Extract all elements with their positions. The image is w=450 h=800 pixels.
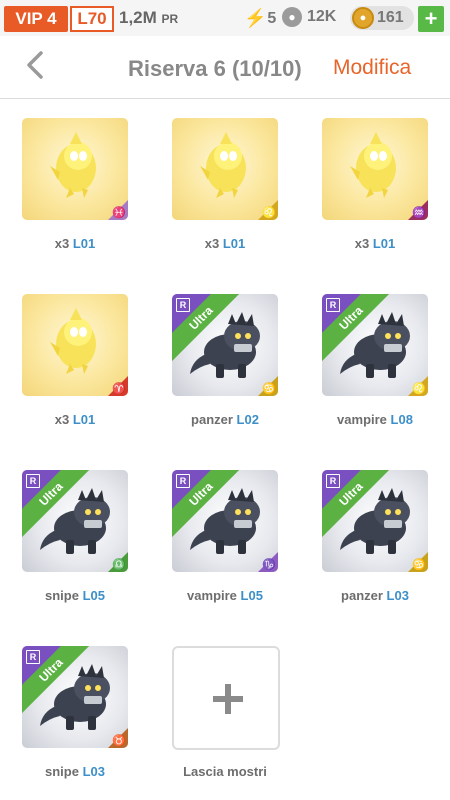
page-title: Riserva 6 (10/10) [128,56,302,81]
vip-badge[interactable]: VIP 4 [4,6,68,32]
zodiac-sign-icon: ♒ [408,200,428,220]
monster-card[interactable]: Ultra R ♉ [22,646,128,748]
zodiac-sign-icon: ♋ [408,552,428,572]
monster-level: L01 [72,412,96,427]
zodiac-sign-icon: ♌ [258,200,278,220]
monster-caption: vampire L05 [172,588,278,603]
monster-level: L05 [240,588,263,603]
monster-name: vampire [187,588,241,603]
monster-slot[interactable]: ♈ x3 L01 [22,294,130,427]
energy-value: 5 [267,9,277,27]
rarity-tag: R [26,474,40,488]
monster-card[interactable]: Ultra R ♋ [172,294,278,396]
monster-caption: x3 L01 [322,236,428,251]
monster-card[interactable]: ♒ [322,118,428,220]
rarity-tag: R [26,650,40,664]
monster-caption: vampire L08 [322,412,428,427]
plus-icon [213,684,243,714]
edit-button[interactable]: Modifica [333,56,411,80]
monster-slot[interactable]: ♓ x3 L01 [22,118,130,251]
monster-name: vampire [337,412,391,427]
status-bar: VIP 4 L70 1,2M PR ⚡ 5 ● 12K ● 161 + [0,0,450,36]
monster-caption: x3 L01 [172,236,278,251]
page-header: Riserva 6 (10/10) Modifica [0,36,450,99]
monster-caption: snipe L05 [22,588,128,603]
monster-card[interactable]: Ultra R ♑ [172,470,278,572]
monster-caption: x3 L01 [22,412,128,427]
monster-card[interactable]: ♌ [172,118,278,220]
monster-level: L01 [372,236,396,251]
zodiac-sign-icon: ♑ [258,552,278,572]
monster-name: x3 [204,236,223,251]
monster-level: L08 [390,412,413,427]
monster-name: x3 [54,236,73,251]
bolt-icon: ⚡ [244,8,267,28]
monster-slot[interactable]: Ultra R ♋ panzer L03 [322,470,430,603]
monster-caption: snipe L03 [22,764,128,779]
monster-card[interactable]: ♓ [22,118,128,220]
coins-value: 161 [377,9,404,26]
monster-caption: panzer L03 [322,588,428,603]
add-coins-button[interactable]: + [418,6,444,32]
rarity-tag: R [176,298,190,312]
monster-name: snipe [45,588,83,603]
zodiac-sign-icon: ♉ [108,728,128,748]
zodiac-sign-icon: ♓ [108,200,128,220]
rarity-tag: R [176,474,190,488]
add-monster-slot[interactable]: Lascia mostri [172,646,280,779]
monster-slot[interactable]: ♌ x3 L01 [172,118,280,251]
add-monster-label: Lascia mostri [183,764,267,779]
monster-slot[interactable]: Ultra R ♌ vampire L08 [322,294,430,427]
monster-name: x3 [54,412,73,427]
zodiac-sign-icon: ♋ [258,376,278,396]
add-monster-button[interactable] [172,646,280,750]
monster-slot[interactable]: Ultra R ♑ vampire L05 [172,470,280,603]
pr-value: 1,2M [119,8,157,27]
energy-counter: ⚡ 5 [244,8,276,29]
back-chevron-icon[interactable] [24,50,46,80]
paw-icon: ● [282,7,302,27]
monster-level: L03 [82,764,105,779]
coin-icon: ● [352,7,374,29]
monster-card[interactable]: ♈ [22,294,128,396]
food-value: 12K [307,8,337,25]
monster-name: x3 [354,236,373,251]
monster-card[interactable]: Ultra R ♎ [22,470,128,572]
zodiac-sign-icon: ♈ [108,376,128,396]
monster-slot[interactable]: Ultra R ♉ snipe L03 [22,646,130,779]
zodiac-sign-icon: ♎ [108,552,128,572]
pr-unit: PR [161,12,179,26]
monster-card[interactable]: Ultra R ♌ [322,294,428,396]
monster-caption: x3 L01 [22,236,128,251]
monster-level: L01 [72,236,96,251]
monster-level: L02 [236,412,259,427]
food-counter: ● 12K [282,7,336,27]
monster-card[interactable]: Ultra R ♋ [322,470,428,572]
monster-level: L01 [222,236,246,251]
monster-slot[interactable]: ♒ x3 L01 [322,118,430,251]
monster-caption: panzer L02 [172,412,278,427]
monster-name: panzer [191,412,237,427]
monster-name: panzer [341,588,387,603]
monster-level: L03 [386,588,409,603]
rarity-tag: R [326,474,340,488]
monster-slot[interactable]: Ultra R ♋ panzer L02 [172,294,280,427]
power-rating: 1,2M PR [119,8,178,28]
rarity-tag: R [326,298,340,312]
monster-level: L05 [82,588,105,603]
monster-name: snipe [45,764,83,779]
player-level: L70 [70,6,114,32]
monster-slot[interactable]: Ultra R ♎ snipe L05 [22,470,130,603]
zodiac-sign-icon: ♌ [408,376,428,396]
